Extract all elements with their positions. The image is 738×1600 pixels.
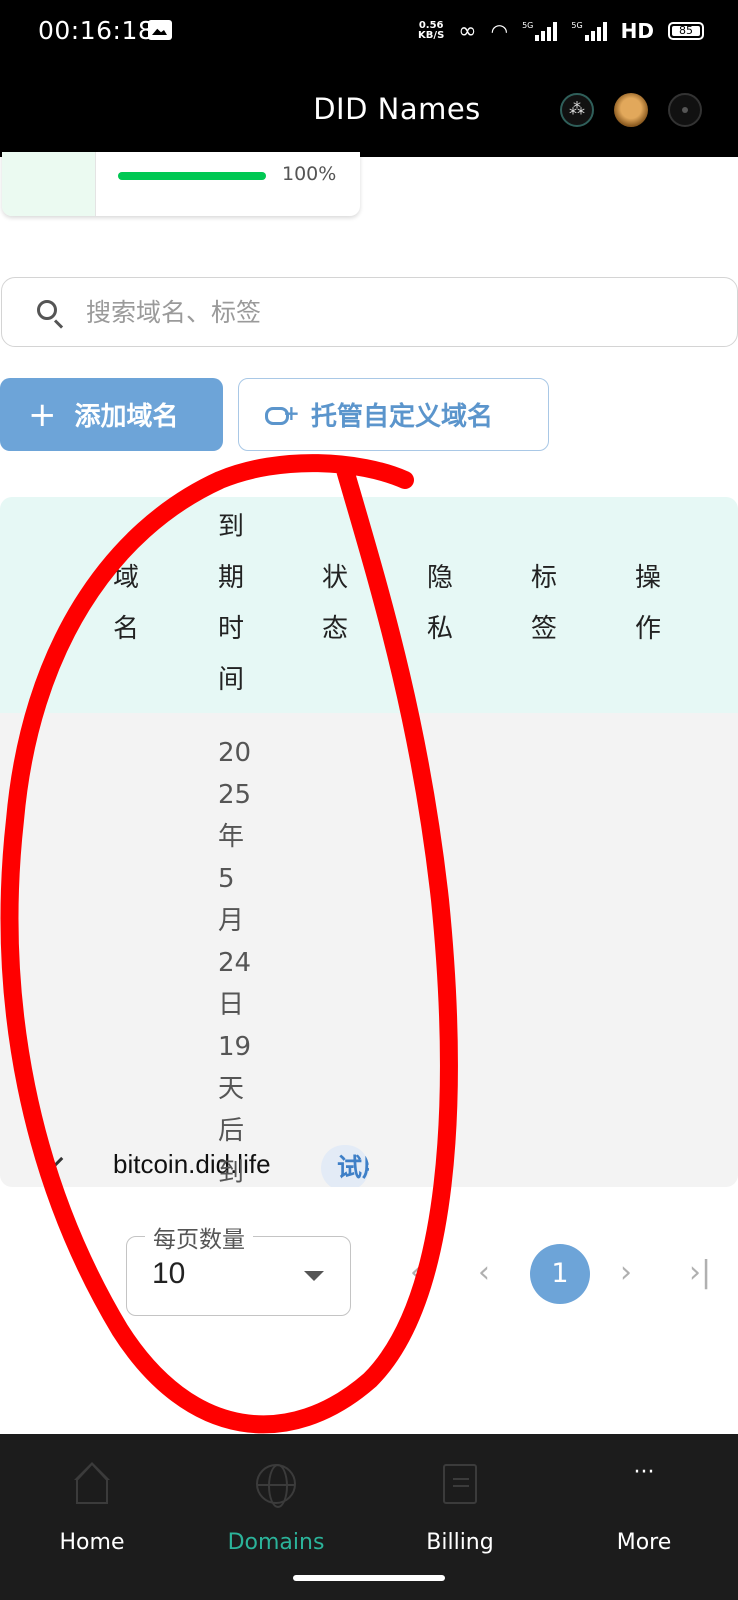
- column-header-expiry[interactable]: 到期时间: [218, 502, 250, 706]
- column-header-privacy[interactable]: 隐私: [427, 553, 459, 655]
- nav-home[interactable]: Home: [0, 1434, 184, 1564]
- dropdown-caret-icon: [304, 1271, 324, 1281]
- globe-icon: [256, 1464, 296, 1508]
- last-page-icon[interactable]: ›|: [689, 1255, 711, 1290]
- expiry-cell: 2025年5月24日 19天后到期: [218, 732, 254, 1187]
- column-header-tags[interactable]: 标签: [531, 553, 563, 655]
- nav-home-label: Home: [59, 1530, 125, 1555]
- link-add-icon: [265, 401, 300, 425]
- nav-billing-label: Billing: [426, 1530, 494, 1555]
- signal-1-icon: 5G: [522, 21, 558, 41]
- chevron-right-icon[interactable]: ›: [620, 1255, 632, 1290]
- battery-icon: 85: [668, 22, 704, 40]
- nav-domains[interactable]: Domains: [184, 1434, 368, 1564]
- gallery-notification-icon: [148, 20, 172, 40]
- circle-dot-icon[interactable]: [668, 93, 702, 127]
- nav-domains-label: Domains: [227, 1530, 325, 1555]
- first-page-icon[interactable]: ‹: [410, 1255, 422, 1290]
- nav-more-label: More: [616, 1530, 672, 1555]
- host-custom-domain-label: 托管自定义域名: [311, 402, 494, 432]
- progress-card-thumb: [2, 152, 96, 216]
- status-indicators: 0.56 KB/S ∞ ◠ 5G 5G HD 85: [418, 18, 704, 44]
- add-domain-label: 添加域名: [74, 402, 179, 432]
- expiry-relative: 19天后到期: [218, 1032, 252, 1187]
- nav-more[interactable]: ··· More: [552, 1434, 736, 1564]
- domain-table: 域名 到期时间 状态 隐私 标签 操作 bitcoin.did.life 202…: [0, 497, 738, 1187]
- rows-per-page-label: 每页数量: [145, 1220, 253, 1254]
- add-domain-button[interactable]: + 添加域名: [0, 378, 223, 451]
- more-dots-icon: ···: [633, 1460, 655, 1485]
- receipt-icon: [443, 1464, 477, 1504]
- search-icon: [37, 300, 57, 320]
- host-custom-domain-button[interactable]: 托管自定义域名: [238, 378, 549, 451]
- rows-per-page-select[interactable]: 每页数量 10: [126, 1220, 351, 1316]
- bottom-navigation: Home Domains Billing ··· More: [0, 1434, 738, 1600]
- plus-icon: +: [28, 394, 57, 435]
- chevron-left-icon[interactable]: ‹: [478, 1255, 490, 1290]
- table-header: 域名 到期时间 状态 隐私 标签 操作: [0, 497, 738, 713]
- top-bar: 00:16:18 0.56 KB/S ∞ ◠ 5G 5G HD 85 DID N…: [0, 0, 738, 157]
- status-time: 00:16:18: [38, 16, 155, 45]
- home-indicator[interactable]: [293, 1575, 445, 1581]
- search-box[interactable]: [1, 277, 738, 347]
- progress-percent: 100%: [282, 163, 337, 185]
- progress-bar: [118, 172, 266, 180]
- column-header-domain[interactable]: 域名: [113, 553, 145, 655]
- wifi-icon: ◠: [490, 19, 509, 43]
- expand-row-chevron-icon[interactable]: [40, 1147, 64, 1171]
- expiry-date: 2025年5月24日: [218, 738, 252, 1020]
- rows-per-page-value: 10: [152, 1257, 186, 1290]
- home-icon: [76, 1478, 108, 1504]
- column-header-actions[interactable]: 操作: [635, 553, 667, 655]
- network-icon[interactable]: [560, 93, 594, 127]
- column-header-status[interactable]: 状态: [322, 553, 354, 655]
- search-input[interactable]: [86, 292, 706, 332]
- app-bar-actions: [560, 93, 702, 127]
- nav-billing[interactable]: Billing: [368, 1434, 552, 1564]
- progress-bar-fill: [118, 172, 266, 180]
- hd-label: HD: [620, 19, 654, 43]
- net-speed: 0.56 KB/S: [418, 20, 445, 41]
- avatar-icon[interactable]: [614, 93, 648, 127]
- signal-2-icon: 5G: [571, 21, 607, 41]
- current-page-button[interactable]: 1: [530, 1244, 590, 1304]
- progress-card: 100%: [2, 152, 360, 216]
- hotspot-icon: ∞: [458, 18, 477, 44]
- table-row[interactable]: bitcoin.did.life 2025年5月24日 19天后到期 试用中: [0, 713, 738, 1187]
- status-badge: 试用中: [321, 1145, 369, 1187]
